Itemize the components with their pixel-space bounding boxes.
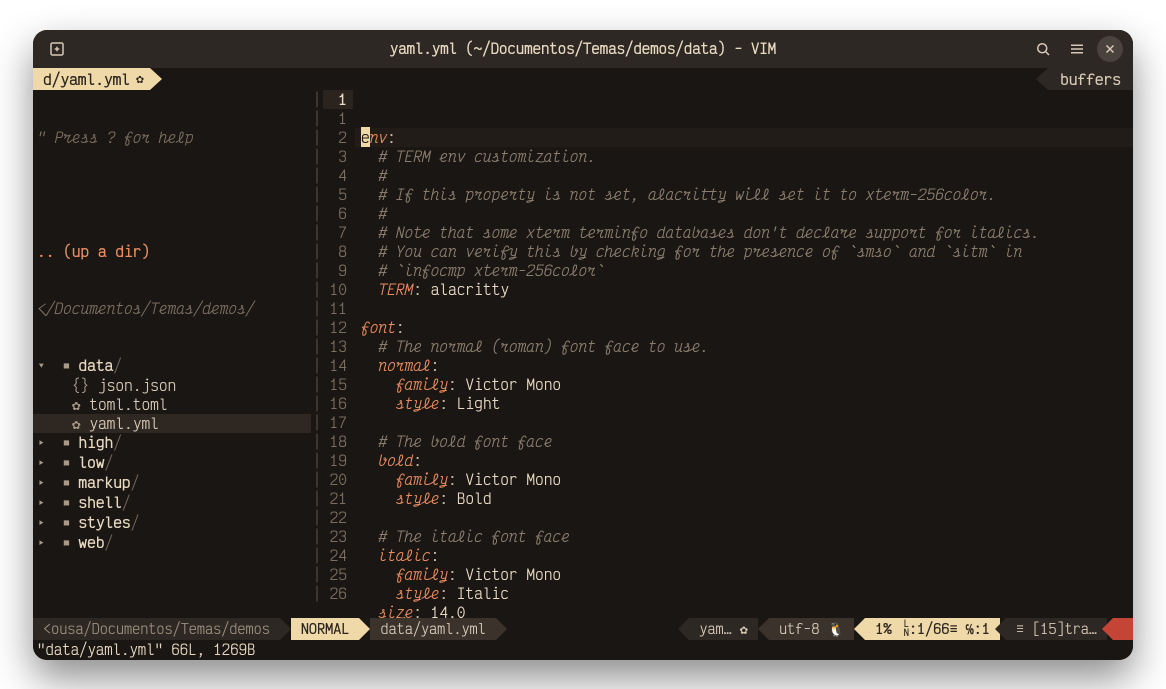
tree-dir-styles[interactable]: ▸ ■ styles/ [33, 513, 311, 533]
status-mode: NORMAL [291, 618, 360, 640]
code-line: style: Light [355, 394, 1133, 413]
status-percent: 1% [865, 618, 901, 640]
tab-label: d/yaml.yml [43, 69, 130, 89]
command-line: "data/yaml.yml" 66L, 1269B [33, 640, 1133, 660]
close-button[interactable] [1097, 36, 1123, 62]
code-line [355, 508, 1133, 527]
status-cwd: <ousa/Documentos/Temas/demos [33, 618, 280, 640]
tree-dir-data[interactable]: ▾ ■ data/ [33, 356, 311, 376]
tabline: d/yaml.yml ✿ buffers [33, 68, 1133, 90]
status-trailing: ≡ [15]tra… [1006, 618, 1107, 640]
code-line: family: Victor Mono [355, 375, 1133, 394]
code-line: # If this property is not set, alacritty… [355, 185, 1133, 204]
file-tree[interactable]: " Press ? for help .. (up a dir) </Docum… [33, 90, 311, 618]
tabline-buffers[interactable]: buffers [1048, 68, 1133, 90]
gear-icon: ✿ [136, 70, 144, 87]
status-warning-indicator [1113, 618, 1133, 640]
status-filetype: yam… ✿ [689, 618, 758, 640]
code-line: # The bold font face [355, 432, 1133, 451]
status-file: data/yaml.yml [370, 618, 495, 640]
code-line: # You can verify this by checking for th… [355, 242, 1133, 261]
main-area: " Press ? for help .. (up a dir) </Docum… [33, 90, 1133, 618]
tree-dir-web[interactable]: ▸ ■ web/ [33, 533, 311, 553]
code-line: family: Victor Mono [355, 565, 1133, 584]
buffers-label: buffers [1060, 69, 1121, 89]
code-line: style: Bold [355, 489, 1133, 508]
code-line [355, 299, 1133, 318]
code-line: # TERM env customization. [355, 147, 1133, 166]
code-line: style: Italic [355, 584, 1133, 603]
code-line: env: [355, 128, 1133, 147]
titlebar: yaml.yml (~/Documentos/Temas/demos/data)… [33, 30, 1133, 68]
close-icon [1103, 42, 1117, 56]
tree-dir-shell[interactable]: ▸ ■ shell/ [33, 493, 311, 513]
code-line: # Note that some xterm terminfo database… [355, 223, 1133, 242]
hamburger-icon [1068, 40, 1086, 58]
tree-file-toml.toml[interactable]: ✿ toml.toml [33, 395, 311, 414]
code-line: # `infocmp xterm-256color` [355, 261, 1133, 280]
code-line: # The italic font face [355, 527, 1133, 546]
tree-path: </Documentos/Temas/demos/ [33, 299, 311, 318]
code-line: size: 14.0 [355, 603, 1133, 618]
new-tab-button[interactable] [43, 35, 71, 63]
code-line [355, 413, 1133, 432]
tree-dir-high[interactable]: ▸ ■ high/ [33, 433, 311, 453]
statusline: <ousa/Documentos/Temas/demos NORMAL data… [33, 618, 1133, 640]
code-line: # [355, 166, 1133, 185]
search-button[interactable] [1029, 35, 1057, 63]
gear-icon: ✿ [740, 620, 748, 638]
tree-up-dir[interactable]: .. (up a dir) [33, 242, 311, 261]
code-line: font: [355, 318, 1133, 337]
code-line: normal: [355, 356, 1133, 375]
tree-dir-markup[interactable]: ▸ ■ markup/ [33, 473, 311, 493]
editor[interactable]: env: # TERM env customization. # # If th… [355, 90, 1133, 618]
gutter: |1|1|2|3|4|5|6|7|8|9|10|11|12|13|14|15|1… [311, 90, 355, 618]
code-line: family: Victor Mono [355, 470, 1133, 489]
status-position: LN:1/66≡ ℅:1 [902, 618, 1000, 640]
code-line: # [355, 204, 1133, 223]
menu-button[interactable] [1063, 35, 1091, 63]
plus-box-icon [48, 40, 66, 58]
code-line: bold: [355, 451, 1133, 470]
status-encoding: utf-8 🐧 [769, 618, 854, 640]
code-line: TERM: alacritty [355, 280, 1133, 299]
tree-help-hint: " Press ? for help [33, 128, 311, 147]
tab-active[interactable]: d/yaml.yml ✿ [33, 68, 150, 90]
terminal-window: yaml.yml (~/Documentos/Temas/demos/data)… [33, 30, 1133, 660]
tree-file-yaml.yml[interactable]: ✿ yaml.yml [33, 414, 311, 433]
code-line: # The normal (roman) font face to use. [355, 337, 1133, 356]
window-title: yaml.yml (~/Documentos/Temas/demos/data)… [33, 39, 1133, 58]
tree-file-json.json[interactable]: {} json.json [33, 376, 311, 395]
linux-icon: 🐧 [828, 620, 845, 638]
code-line: italic: [355, 546, 1133, 565]
search-icon [1034, 40, 1052, 58]
tree-dir-low[interactable]: ▸ ■ low/ [33, 453, 311, 473]
